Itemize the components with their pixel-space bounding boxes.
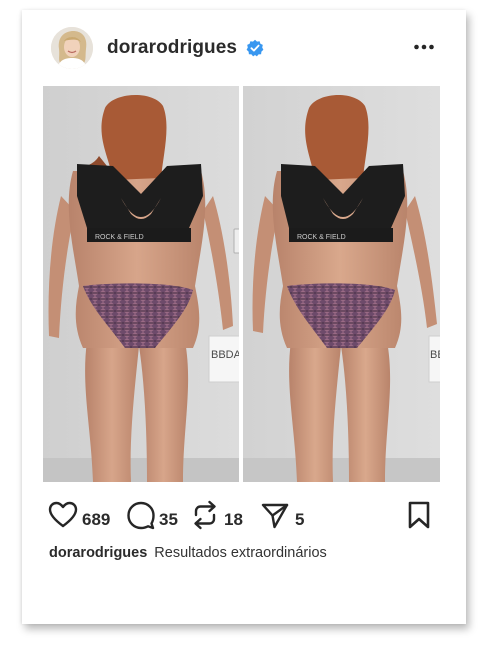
caption-username[interactable]: dorarodrigues (49, 545, 147, 561)
bookmark-icon[interactable] (406, 500, 432, 530)
comment-icon[interactable] (126, 500, 156, 530)
reposts-count[interactable]: 18 (224, 510, 243, 530)
avatar[interactable] (51, 27, 93, 69)
before-photo: ROCK & FIELD BBDAH (43, 86, 239, 482)
right-sign-text: BB (430, 349, 440, 361)
right-waistband-text: ROCK & FIELD (297, 234, 346, 241)
likes-count[interactable]: 689 (82, 510, 110, 530)
caption-text: Resultados extraordinários (154, 545, 327, 561)
repost-icon[interactable] (190, 500, 220, 530)
post-photo[interactable]: ROCK & FIELD BBDAH (43, 86, 440, 482)
verified-badge-icon (246, 39, 264, 57)
left-waistband-text: ROCK & FIELD (95, 234, 144, 241)
share-icon[interactable] (260, 500, 290, 530)
avatar-image (51, 27, 93, 69)
post-card: dorarodrigues ROCK & FIELD BBDA ROCK & F… (22, 10, 466, 624)
post-caption: dorarodrigues Resultados extraordinários (49, 545, 327, 561)
after-photo: ROCK & FIELD BB (243, 86, 440, 482)
post-username[interactable]: dorarodrigues (107, 37, 237, 59)
more-options-icon[interactable] (413, 42, 435, 52)
shares-count[interactable]: 5 (295, 510, 304, 530)
heart-icon[interactable] (48, 500, 78, 530)
post-actions: 689 35 18 5 (22, 500, 466, 536)
post-header: dorarodrigues (22, 10, 466, 86)
comments-count[interactable]: 35 (159, 510, 178, 530)
left-sign-text: BBDAH (211, 349, 239, 361)
